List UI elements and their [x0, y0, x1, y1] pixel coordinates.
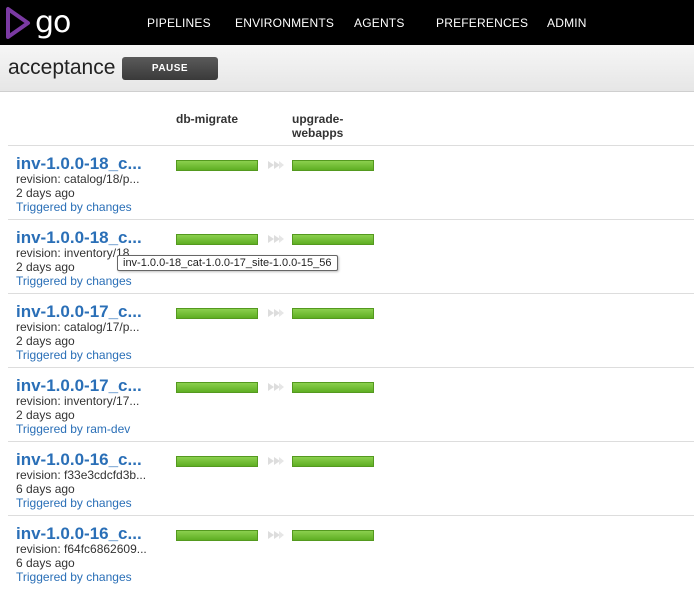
- run-age: 6 days ago: [16, 482, 75, 496]
- double-chevron-right-icon: [268, 309, 284, 317]
- stage-header-db-migrate: db-migrate: [176, 112, 239, 126]
- nav-pipelines[interactable]: PIPELINES: [147, 16, 211, 30]
- pipeline-title: acceptance: [8, 56, 116, 79]
- run-label-link[interactable]: inv-1.0.0-17_c...: [16, 376, 142, 396]
- run-age: 2 days ago: [16, 408, 75, 422]
- run-label-link[interactable]: inv-1.0.0-17_c...: [16, 302, 142, 322]
- run-age: 2 days ago: [16, 260, 75, 274]
- run-trigger-link[interactable]: Triggered by changes: [16, 200, 132, 214]
- logo-text: go: [35, 5, 71, 40]
- stage-db-migrate-passed[interactable]: [176, 382, 258, 393]
- stage-db-migrate-passed[interactable]: [176, 456, 258, 467]
- run-age: 6 days ago: [16, 556, 75, 570]
- play-arrow-icon: [6, 7, 30, 39]
- double-chevron-right-icon: [268, 531, 284, 539]
- stage-upgrade-webapps-passed[interactable]: [292, 530, 374, 541]
- stage-db-migrate-passed[interactable]: [176, 160, 258, 171]
- run-age: 2 days ago: [16, 334, 75, 348]
- double-chevron-right-icon: [268, 383, 284, 391]
- nav-admin[interactable]: ADMIN: [547, 16, 587, 30]
- nav-preferences[interactable]: PREFERENCES: [436, 16, 528, 30]
- run-trigger-link[interactable]: Triggered by changes: [16, 348, 132, 362]
- run-label-tooltip: inv-1.0.0-18_cat-1.0.0-17_site-1.0.0-15_…: [117, 255, 338, 271]
- nav-environments[interactable]: ENVIRONMENTS: [235, 16, 334, 30]
- run-trigger-link[interactable]: Triggered by changes: [16, 274, 132, 288]
- run-revision: revision: catalog/18/p...: [16, 172, 140, 186]
- run-label-link[interactable]: inv-1.0.0-18_c...: [16, 154, 142, 174]
- pipeline-run-row: inv-1.0.0-17_c... revision: inventory/17…: [0, 368, 694, 442]
- double-chevron-right-icon: [268, 161, 284, 169]
- run-revision: revision: f33e3cdcfd3b...: [16, 468, 147, 482]
- run-trigger-link[interactable]: Triggered by changes: [16, 570, 132, 584]
- stage-db-migrate-passed[interactable]: [176, 308, 258, 319]
- run-age: 2 days ago: [16, 186, 75, 200]
- run-trigger-link[interactable]: Triggered by changes: [16, 496, 132, 510]
- stage-header-upgrade-webapps: upgrade- webapps: [292, 112, 344, 140]
- pipeline-header: acceptance PAUSE: [0, 45, 694, 92]
- pipeline-run-row: inv-1.0.0-16_c... revision: f64fc6862609…: [0, 516, 694, 589]
- run-label-link[interactable]: inv-1.0.0-18_c...: [16, 228, 142, 248]
- stage-upgrade-webapps-passed[interactable]: [292, 308, 374, 319]
- pipeline-run-row: inv-1.0.0-16_c... revision: f33e3cdcfd3b…: [0, 442, 694, 516]
- stage-upgrade-webapps-passed[interactable]: [292, 456, 374, 467]
- run-revision: revision: f64fc6862609...: [16, 542, 147, 556]
- top-nav-bar: go PIPELINES ENVIRONMENTS AGENTS PREFERE…: [0, 0, 694, 45]
- run-revision: revision: catalog/17/p...: [16, 320, 140, 334]
- double-chevron-right-icon: [268, 235, 284, 243]
- double-chevron-right-icon: [268, 457, 284, 465]
- run-label-link[interactable]: inv-1.0.0-16_c...: [16, 524, 142, 544]
- stage-db-migrate-passed[interactable]: [176, 234, 258, 245]
- pipeline-run-row: inv-1.0.0-17_c... revision: catalog/17/p…: [0, 294, 694, 368]
- go-logo[interactable]: go: [5, 6, 75, 40]
- run-revision: revision: inventory/17...: [16, 394, 140, 408]
- run-label-link[interactable]: inv-1.0.0-16_c...: [16, 450, 142, 470]
- stage-upgrade-webapps-passed[interactable]: [292, 160, 374, 171]
- nav-agents[interactable]: AGENTS: [354, 16, 405, 30]
- run-trigger-link[interactable]: Triggered by ram-dev: [16, 422, 130, 436]
- stage-upgrade-webapps-passed[interactable]: [292, 234, 374, 245]
- stage-db-migrate-passed[interactable]: [176, 530, 258, 541]
- pipeline-run-row: inv-1.0.0-18_c... revision: inventory/18…: [0, 220, 694, 294]
- pipeline-run-row: inv-1.0.0-18_c... revision: catalog/18/p…: [0, 146, 694, 220]
- stage-upgrade-webapps-passed[interactable]: [292, 382, 374, 393]
- pause-button[interactable]: PAUSE: [122, 57, 218, 80]
